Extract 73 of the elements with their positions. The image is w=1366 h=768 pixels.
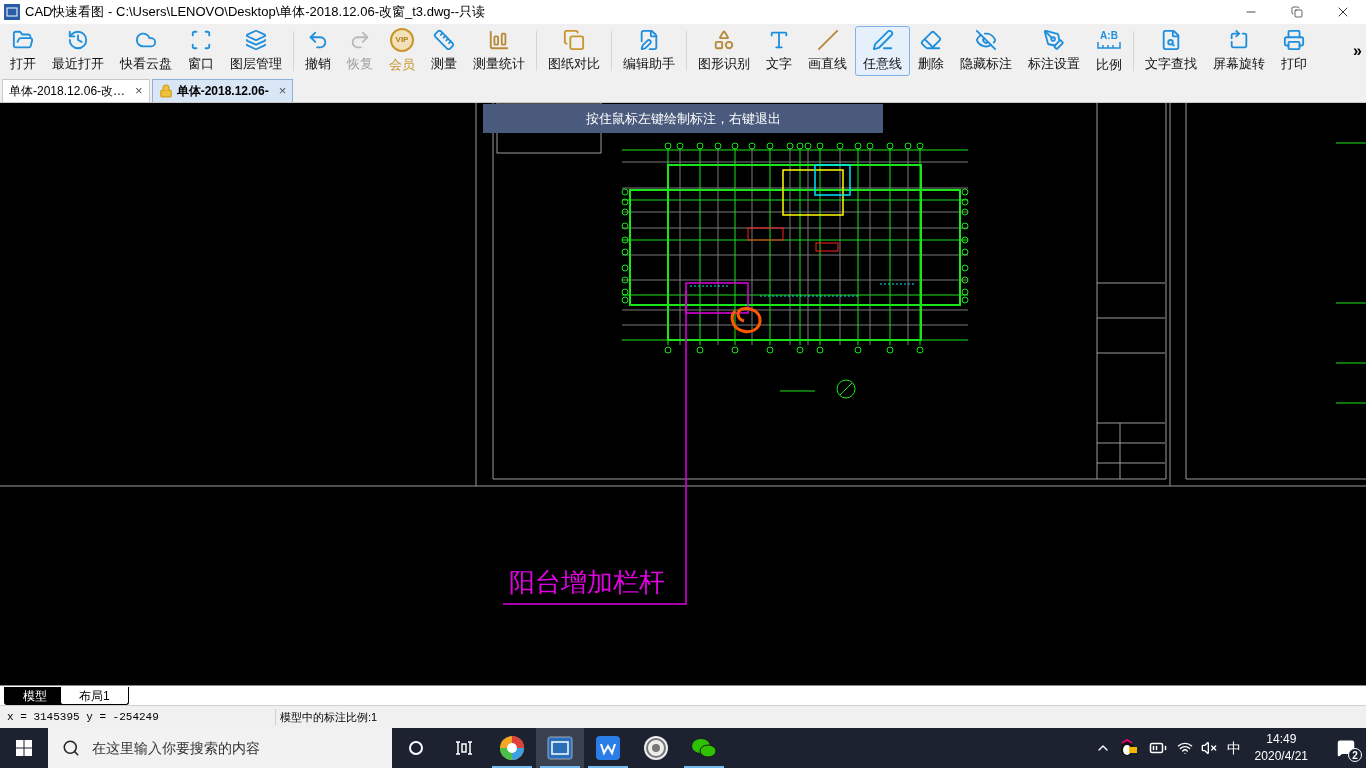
toolbar-button[interactable]: 撤销 bbox=[297, 26, 339, 76]
wifi-icon[interactable] bbox=[1176, 740, 1193, 756]
vip-icon: VIP bbox=[390, 27, 414, 52]
layout-tab[interactable]: 布局1 bbox=[60, 687, 129, 705]
taskbar-app-button[interactable] bbox=[536, 728, 584, 768]
edit-document-icon bbox=[638, 28, 660, 51]
rotate-icon bbox=[1228, 28, 1250, 51]
close-tab-button[interactable]: × bbox=[135, 81, 143, 101]
history-icon bbox=[67, 28, 89, 51]
eye-off-icon bbox=[975, 28, 997, 51]
folder-icon bbox=[12, 28, 34, 51]
notification-button[interactable]: 2 bbox=[1326, 728, 1366, 768]
close-tab-button[interactable]: × bbox=[278, 81, 287, 101]
input-method-indicator[interactable]: 中 bbox=[1226, 737, 1241, 759]
ruler-icon bbox=[433, 28, 455, 51]
toolbar-button[interactable]: 标注设置 bbox=[1020, 26, 1088, 76]
toolbar-button[interactable]: 文字 bbox=[758, 26, 800, 76]
task-view-icon bbox=[455, 740, 473, 756]
tab-label: 单体-2018.12.06- bbox=[176, 83, 269, 100]
lock-icon bbox=[158, 84, 173, 98]
pen-icon bbox=[871, 28, 894, 51]
overlap-squares-icon bbox=[563, 28, 585, 51]
cad-app-icon bbox=[547, 736, 573, 760]
coordinates-readout: x = 3145395 y = -254249 bbox=[6, 709, 160, 725]
toolbar-button[interactable]: 图形识别 bbox=[690, 26, 758, 76]
markup-scribble bbox=[730, 307, 762, 334]
toolbar-button[interactable]: 打开 bbox=[2, 26, 44, 76]
layers-icon bbox=[245, 28, 267, 51]
notification-count: 2 bbox=[1348, 748, 1362, 762]
search-icon bbox=[62, 739, 80, 757]
pen-tool-icon bbox=[1043, 28, 1065, 51]
penguin-icon[interactable] bbox=[1118, 738, 1137, 758]
volume-muted-icon[interactable] bbox=[1200, 740, 1217, 756]
toolbar-button[interactable]: 文字查找 bbox=[1137, 26, 1205, 76]
wps-app-icon bbox=[596, 736, 620, 760]
toolbar-button[interactable]: 隐藏标注 bbox=[952, 26, 1020, 76]
toolbar-button[interactable]: 最近打开 bbox=[44, 26, 112, 76]
taskbar-search-field[interactable]: 在这里输入你要搜索的内容 bbox=[48, 728, 392, 768]
chart-icon bbox=[488, 28, 510, 51]
eraser-icon bbox=[920, 28, 942, 51]
toolbar-overflow-button[interactable]: » bbox=[1353, 39, 1362, 63]
shapes-icon bbox=[713, 28, 735, 51]
window-title: CAD快速看图 - C:\Users\LENOVO\Desktop\单体-2018.12.06-改窗_t3.dwg--只读 bbox=[25, 3, 486, 22]
document-tab[interactable]: 单体-2018.12.06-改… × bbox=[2, 79, 150, 102]
toolbar-button[interactable]: 图层管理 bbox=[222, 26, 290, 76]
annotation-text: 阳台增加栏杆 bbox=[509, 569, 665, 595]
toolbar-button[interactable]: 测量统计 bbox=[465, 26, 533, 76]
restore-icon bbox=[1291, 6, 1303, 18]
toolbar-button[interactable]: 打印 bbox=[1273, 26, 1315, 76]
toolbar-button[interactable]: 任意线 bbox=[855, 26, 910, 76]
windows-logo-icon bbox=[16, 740, 32, 756]
toolbar-button[interactable]: 快看云盘 bbox=[112, 26, 180, 76]
line-icon bbox=[816, 28, 839, 51]
toolbar-button[interactable]: 窗口 bbox=[180, 26, 222, 76]
annotation-scale-readout: 模型中的标注比例:1 bbox=[275, 708, 378, 726]
pinwheel-app-icon bbox=[499, 735, 525, 761]
printer-icon bbox=[1283, 28, 1305, 51]
toolbar-button[interactable]: A:B 比例 bbox=[1088, 26, 1130, 76]
drawing-hint-banner: 按住鼠标左键绘制标注，右键退出 bbox=[483, 104, 883, 133]
app-logo-icon bbox=[4, 4, 20, 20]
markup-rectangle bbox=[685, 282, 749, 314]
chat-app-icon bbox=[691, 736, 717, 760]
toolbar-button[interactable]: 测量 bbox=[423, 26, 465, 76]
toolbar-button[interactable]: 图纸对比 bbox=[540, 26, 608, 76]
document-tab[interactable]: 单体-2018.12.06- × bbox=[151, 79, 294, 102]
toolbar-button[interactable]: 画直线 bbox=[800, 26, 855, 76]
drawing-canvas[interactable]: 按住鼠标左键绘制标注，右键退出 阳台增加栏杆 bbox=[0, 103, 1366, 685]
toolbar-button[interactable]: 编辑助手 bbox=[615, 26, 683, 76]
tab-label: 单体-2018.12.06-改… bbox=[9, 83, 126, 100]
taskbar-clock[interactable]: 14:49 2020/4/21 bbox=[1254, 731, 1308, 765]
toolbar-button[interactable]: 屏幕旋转 bbox=[1205, 26, 1273, 76]
toolbar-button[interactable]: 删除 bbox=[910, 26, 952, 76]
search-document-icon bbox=[1160, 28, 1182, 51]
